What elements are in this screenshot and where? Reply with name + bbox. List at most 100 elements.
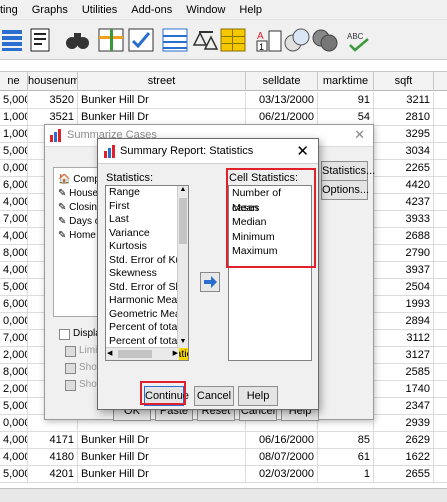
statistic-item[interactable]: Harmonic Mean [106,294,188,308]
menu-transform[interactable]: ting [0,4,26,16]
table-cell[interactable]: 4420 [374,177,434,194]
display-cases-checkbox[interactable] [59,329,70,340]
cell-statistic-item[interactable]: Median [229,215,311,230]
table-cell[interactable]: Bunker Hill Dr [78,449,246,466]
table-cell[interactable]: 0,000 [0,160,28,177]
variable-item[interactable]: 🏠 Comple [58,174,102,185]
insert-cases-icon[interactable] [96,25,126,55]
use-sets-icon[interactable] [282,25,312,55]
cell-statistic-item[interactable]: Minimum [229,230,311,245]
table-cell[interactable]: 5,000 [0,279,28,296]
table-cell[interactable]: 2655 [374,466,434,483]
show-checkbox-1[interactable] [65,363,76,374]
table-cell[interactable]: 4,000 [0,262,28,279]
statistic-item[interactable]: Range [106,186,188,200]
scroll-thumb-horizontal[interactable] [118,350,152,358]
variable-item[interactable]: ✎ House [58,188,102,199]
table-cell[interactable]: 08/07/2000 [246,449,318,466]
table-cell[interactable]: 1 [318,466,374,483]
split-file-icon[interactable] [160,25,190,55]
column-header-marktime[interactable]: marktime [318,72,374,91]
insert-variable-icon[interactable] [126,25,156,55]
column-header-street[interactable]: street [78,72,246,91]
table-cell[interactable]: 4237 [374,194,434,211]
table-cell[interactable]: 7,000 [0,211,28,228]
table-cell[interactable]: 5,000 [0,398,28,415]
table-cell[interactable]: 4180 [28,449,78,466]
table-cell[interactable]: 5,000 [0,466,28,483]
table-cell[interactable]: 2688 [374,228,434,245]
statistic-item[interactable]: Std. Error of Kurtos [106,254,188,268]
statistic-item[interactable]: Skewness [106,267,188,281]
spell-check-icon[interactable]: ABC [344,25,374,55]
vertical-scrollbar[interactable]: ▲ ▼ [177,186,188,348]
find-icon[interactable] [62,25,92,55]
statistics-list[interactable]: Range First Last Variance Kurtosis Std. Error… [105,185,189,361]
cell-statistic-item[interactable]: Maximum [229,244,311,259]
statistic-item[interactable]: Std. Error of Skewn [106,281,188,295]
table-cell[interactable]: 4,000 [0,432,28,449]
table-cell[interactable]: 1622 [374,449,434,466]
table-cell[interactable]: Bunker Hill Dr [78,432,246,449]
table-cell[interactable]: 0,000 [0,313,28,330]
table-cell[interactable]: 3127 [374,347,434,364]
table-cell[interactable]: 4171 [28,432,78,449]
statistic-item[interactable]: Percent of total N [106,335,188,349]
continue-button[interactable]: Continue [144,386,189,406]
table-cell[interactable]: 2585 [374,364,434,381]
table-cell[interactable]: 7,000 [0,330,28,347]
table-cell[interactable]: 03/13/2000 [246,92,318,109]
show-sets-icon[interactable] [310,25,340,55]
table-cell[interactable]: 2504 [374,279,434,296]
table-cell[interactable]: Bunker Hill Dr [78,92,246,109]
statistic-item[interactable]: Last [106,213,188,227]
variable-item[interactable]: ✎ Closing [58,202,102,213]
scroll-up-icon[interactable]: ▲ [179,186,187,196]
table-cell[interactable]: 61 [318,449,374,466]
goto-case-icon[interactable] [28,25,58,55]
options-button[interactable]: Options... [321,180,369,200]
table-cell[interactable]: 91 [318,92,374,109]
table-cell[interactable]: 8,000 [0,245,28,262]
horizontal-scrollbar[interactable]: ◀ ▶ [106,347,179,360]
table-cell[interactable]: Bunker Hill Dr [78,466,246,483]
table-cell[interactable]: 6,000 [0,177,28,194]
select-cases-icon[interactable] [218,25,248,55]
weight-cases-icon[interactable] [190,25,220,55]
table-cell[interactable]: 5,000 [0,143,28,160]
close-icon[interactable]: ✕ [296,142,309,160]
table-cell[interactable]: 4201 [28,466,78,483]
table-cell[interactable]: 2,000 [0,347,28,364]
table-cell[interactable]: 3520 [28,92,78,109]
statistic-item[interactable]: Percent of total su [106,321,188,335]
scroll-down-icon[interactable]: ▼ [179,338,187,348]
cancel-button[interactable]: Cancel [194,386,234,406]
menu-addons[interactable]: Add-ons [125,4,180,16]
table-cell[interactable]: 2939 [374,415,434,432]
table-cell[interactable]: 5,000 [0,92,28,109]
table-cell[interactable]: 4,000 [0,194,28,211]
table-cell[interactable]: 2347 [374,398,434,415]
limit-checkbox[interactable] [65,346,76,357]
table-cell[interactable]: 2790 [374,245,434,262]
table-cell[interactable]: 6,000 [0,296,28,313]
statistic-item[interactable]: First [106,200,188,214]
help-button[interactable]: Help [238,386,278,406]
value-labels-icon[interactable]: A 1 [254,25,284,55]
menu-window[interactable]: Window [180,4,233,16]
scroll-left-icon[interactable]: ◀ [107,349,112,357]
table-cell[interactable]: 4,000 [0,228,28,245]
table-cell[interactable]: 3211 [374,92,434,109]
table-cell[interactable]: 3295 [374,126,434,143]
statistic-item[interactable]: Variance [106,227,188,241]
menu-utilities[interactable]: Utilities [76,4,125,16]
move-right-button[interactable] [200,272,220,292]
table-cell[interactable]: 2265 [374,160,434,177]
table-cell[interactable]: 2629 [374,432,434,449]
table-cell[interactable]: 85 [318,432,374,449]
table-cell[interactable]: 2,000 [0,381,28,398]
statistic-item[interactable]: Kurtosis [106,240,188,254]
column-header-housenum[interactable]: housenum [28,72,78,91]
table-cell[interactable]: 0,000 [0,415,28,432]
table-cell[interactable]: 06/16/2000 [246,432,318,449]
